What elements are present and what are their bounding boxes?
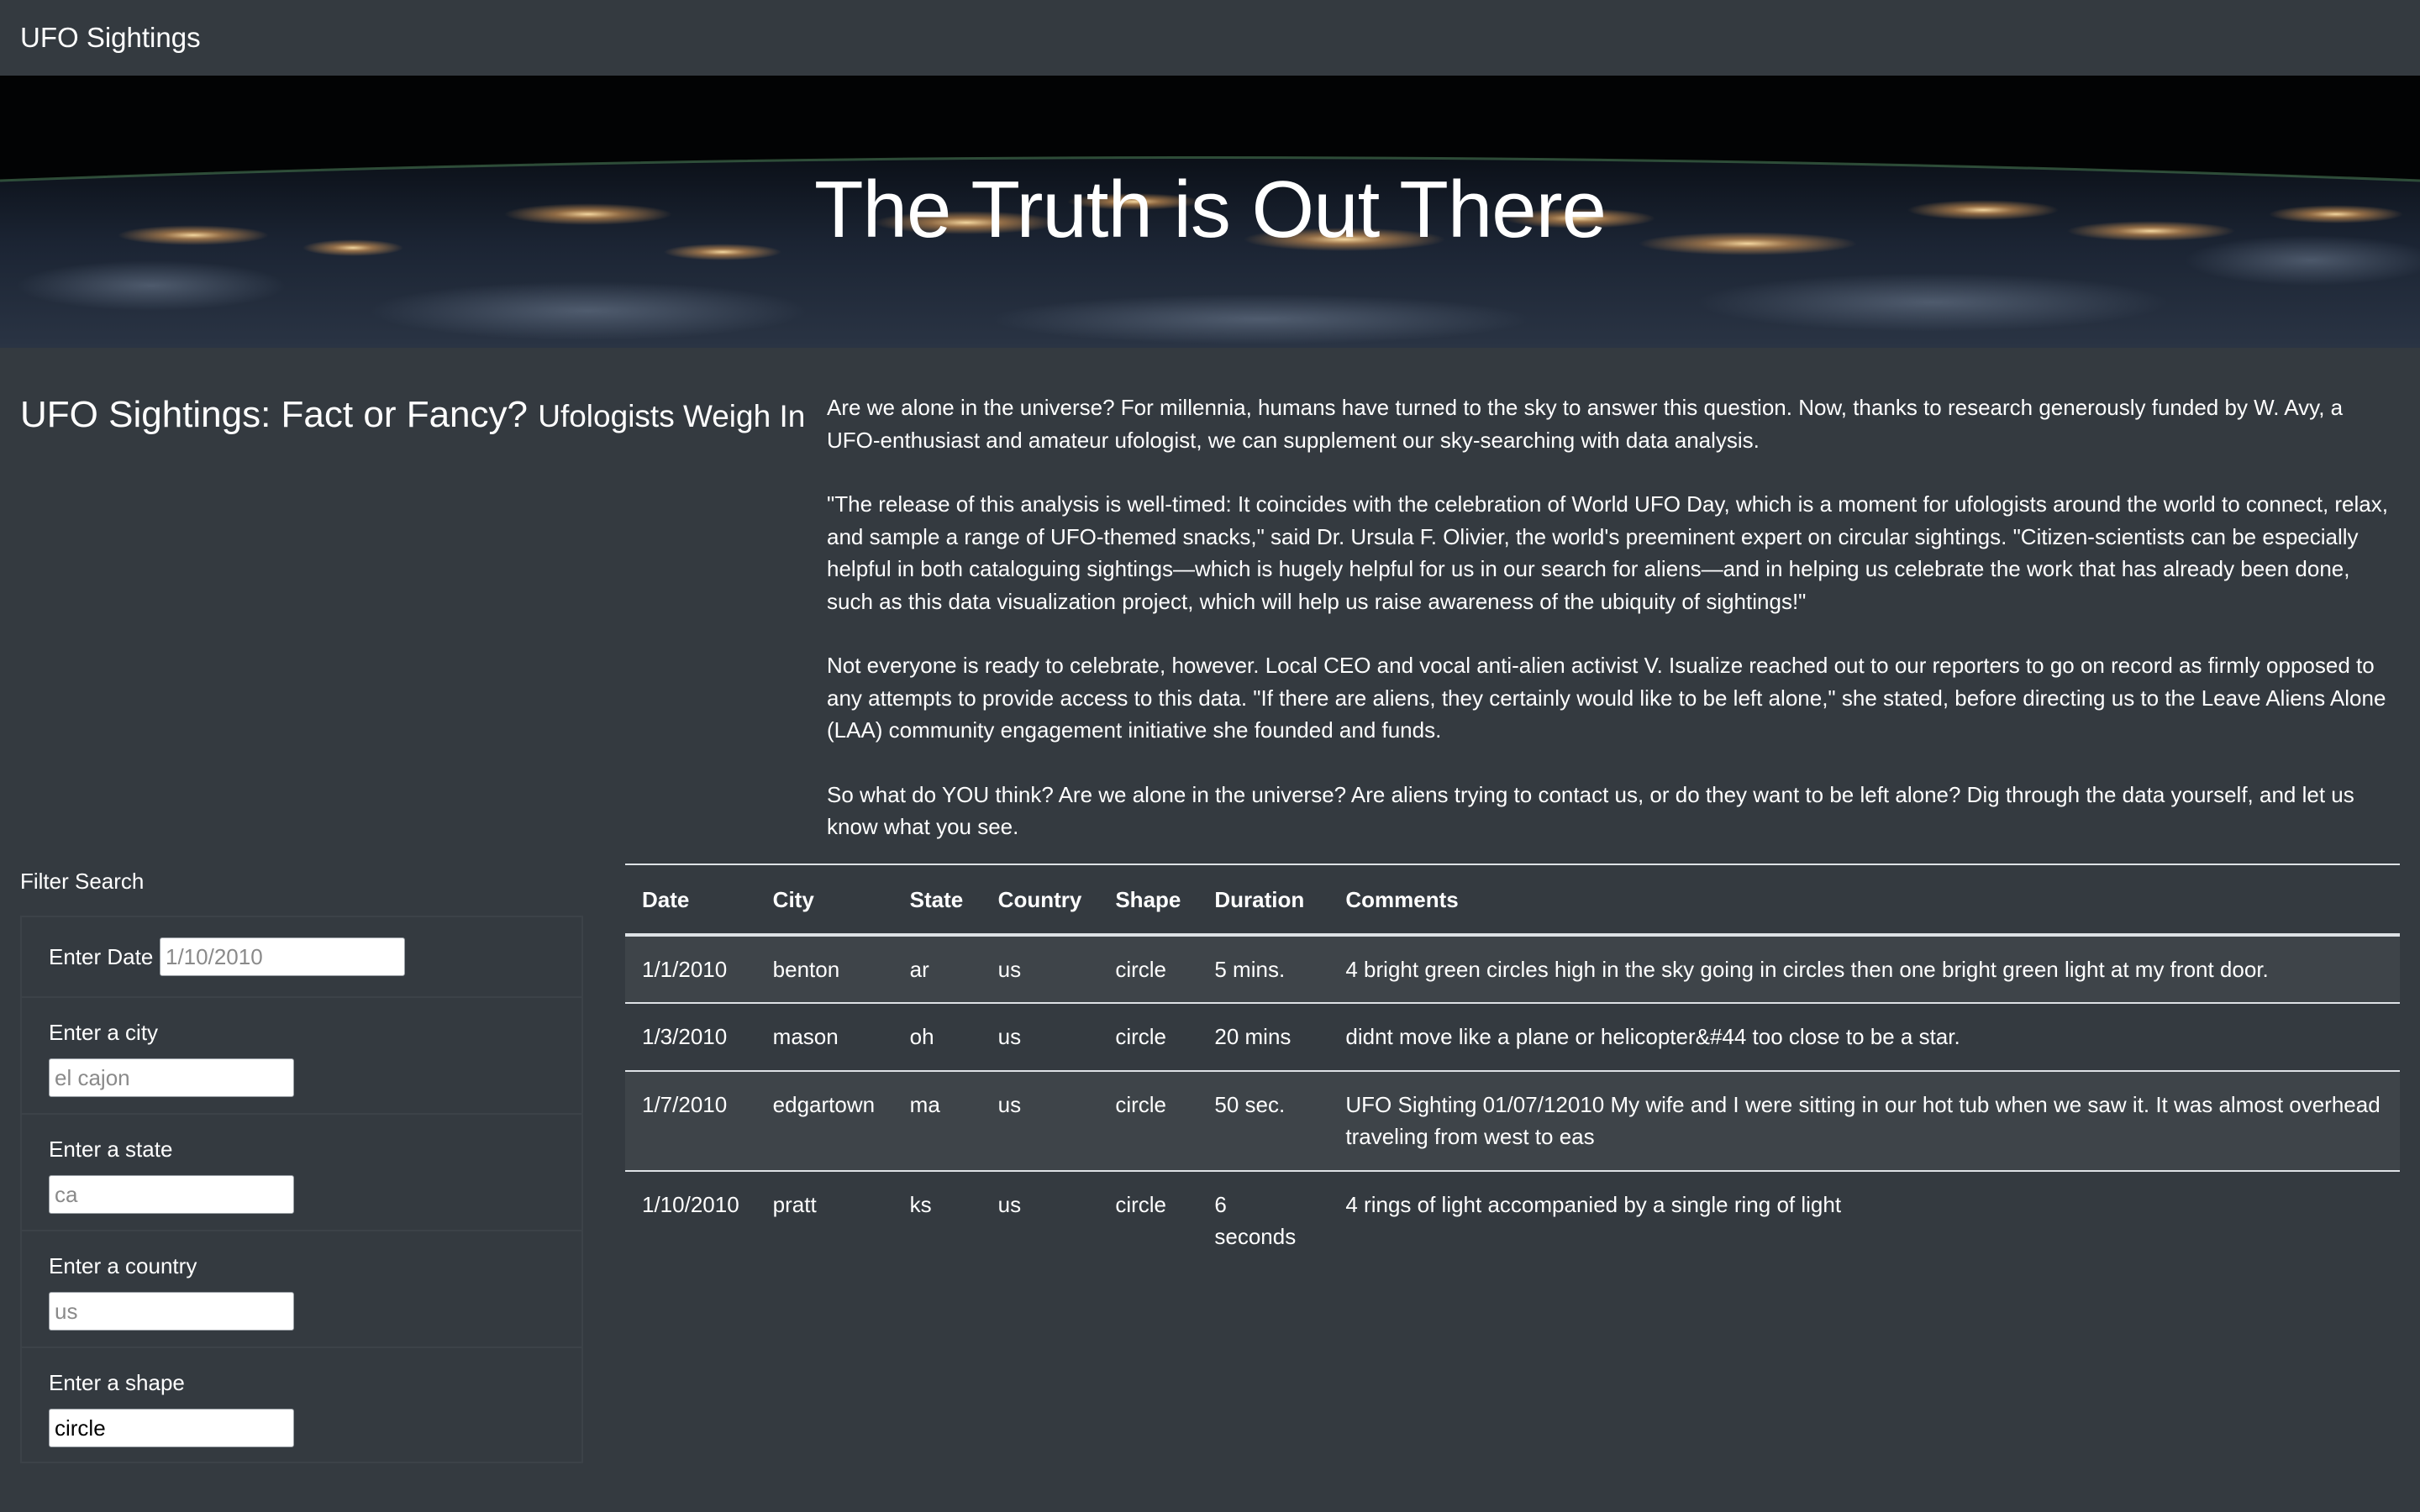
cell-date: 1/1/2010 — [625, 934, 756, 1004]
shape-input[interactable] — [49, 1409, 294, 1447]
column-header-date: Date — [625, 864, 756, 937]
navbar-brand-link[interactable]: UFO Sightings — [20, 18, 201, 57]
cell-country: us — [997, 1191, 1022, 1217]
state-label: Enter a state — [49, 1137, 173, 1162]
date-label: Enter Date — [49, 944, 154, 969]
cell-city: pratt — [772, 1191, 817, 1217]
state-input[interactable] — [49, 1175, 294, 1214]
date-input[interactable] — [160, 937, 405, 976]
cell-duration: 20 mins — [1197, 1003, 1329, 1072]
ufo-table-container: Date City State Country Shape Duration C… — [625, 864, 2400, 1270]
article-paragraph: "The release of this analysis is well-ti… — [827, 491, 2388, 614]
column-header-comments: Comments — [1328, 864, 2400, 937]
cell-city: benton — [755, 934, 893, 1004]
cell-state: ks — [909, 1191, 932, 1217]
filter-item-shape: Enter a shape — [22, 1348, 581, 1462]
article-paragraph: Are we alone in the universe? For millen… — [827, 395, 2344, 453]
cell-duration: 5 mins. — [1197, 934, 1329, 1004]
filter-item-country: Enter a country — [22, 1231, 581, 1348]
table-body: 1/1/2010 benton ar us circle 5 mins. 4 bright … — [625, 934, 2400, 1270]
cell-city: edgartown — [755, 1070, 893, 1172]
hero-banner: The Truth is Out There — [0, 76, 2420, 348]
cell-duration: 50 sec. — [1197, 1070, 1329, 1172]
country-input[interactable] — [49, 1292, 294, 1331]
column-header-shape: Shape — [1098, 864, 1198, 937]
cell-country: us — [981, 1070, 1099, 1172]
filter-item-date: Enter Date — [22, 917, 581, 998]
column-header-country: Country — [981, 864, 1099, 937]
cell-shape: circle — [1098, 1003, 1198, 1072]
table-header-row: Date City State Country Shape Duration C… — [625, 864, 2400, 937]
table-row: 1/10/2010 pratt ks us circle 6 seconds 4 rings… — [625, 1171, 2400, 1270]
ufo-table: Date City State Country Shape Duration C… — [625, 864, 2400, 1270]
city-input[interactable] — [49, 1058, 294, 1097]
article-title: UFO Sightings: Fact or Fancy? — [20, 394, 528, 435]
cell-date: 1/10/2010 — [642, 1191, 739, 1217]
cell-duration: 6 seconds — [1214, 1191, 1297, 1250]
table-row: 1/7/2010 edgartown ma us circle 50 sec. UFO Si… — [625, 1070, 2400, 1172]
hero-title: The Truth is Out There — [814, 165, 1607, 255]
cell-state: ma — [892, 1070, 981, 1172]
article-headline: UFO Sightings: Fact or Fancy? Ufologists… — [20, 388, 818, 444]
country-label: Enter a country — [49, 1253, 197, 1278]
filter-search-title: Filter Search — [20, 869, 145, 894]
cell-comments: didnt move like a plane or helicopter&#4… — [1328, 1003, 2400, 1072]
cell-state: oh — [892, 1003, 981, 1072]
cell-country: us — [981, 1003, 1099, 1072]
column-header-duration: Duration — [1197, 864, 1329, 937]
filter-item-city: Enter a city — [22, 998, 581, 1115]
article-paragraph: So what do YOU think? Are we alone in th… — [827, 781, 2354, 840]
filter-item-state: Enter a state — [22, 1115, 581, 1231]
article-subtitle: Ufologists Weigh In — [538, 399, 806, 433]
table-row: 1/3/2010 mason oh us circle 20 mins didnt move… — [625, 1003, 2400, 1072]
article-paragraph: Not everyone is ready to celebrate, howe… — [827, 653, 2386, 743]
cell-comments: 4 bright green circles high in the sky g… — [1328, 934, 2400, 1004]
navbar: UFO Sightings — [0, 0, 2420, 76]
column-header-state: State — [892, 864, 981, 937]
cell-shape: circle — [1115, 1191, 1167, 1217]
cell-comments: 4 rings of light accompanied by a single… — [1345, 1191, 1842, 1217]
column-header-city: City — [755, 864, 893, 937]
cell-city: mason — [755, 1003, 893, 1072]
cell-date: 1/7/2010 — [625, 1070, 756, 1172]
filter-form: Enter Date Enter a city Enter a state En… — [20, 916, 583, 1463]
cell-comments: UFO Sighting 01/07/12010 My wife and I w… — [1328, 1070, 2400, 1172]
table-row: 1/1/2010 benton ar us circle 5 mins. 4 bright … — [625, 934, 2400, 1004]
table-header: Date City State Country Shape Duration C… — [625, 864, 2400, 937]
city-label: Enter a city — [49, 1020, 159, 1045]
cell-shape: circle — [1098, 934, 1198, 1004]
cell-date: 1/3/2010 — [625, 1003, 756, 1072]
shape-label: Enter a shape — [49, 1370, 185, 1395]
cell-country: us — [981, 934, 1099, 1004]
cell-state: ar — [892, 934, 981, 1004]
article-body: Are we alone in the universe? For millen… — [827, 391, 2400, 875]
cell-shape: circle — [1098, 1070, 1198, 1172]
